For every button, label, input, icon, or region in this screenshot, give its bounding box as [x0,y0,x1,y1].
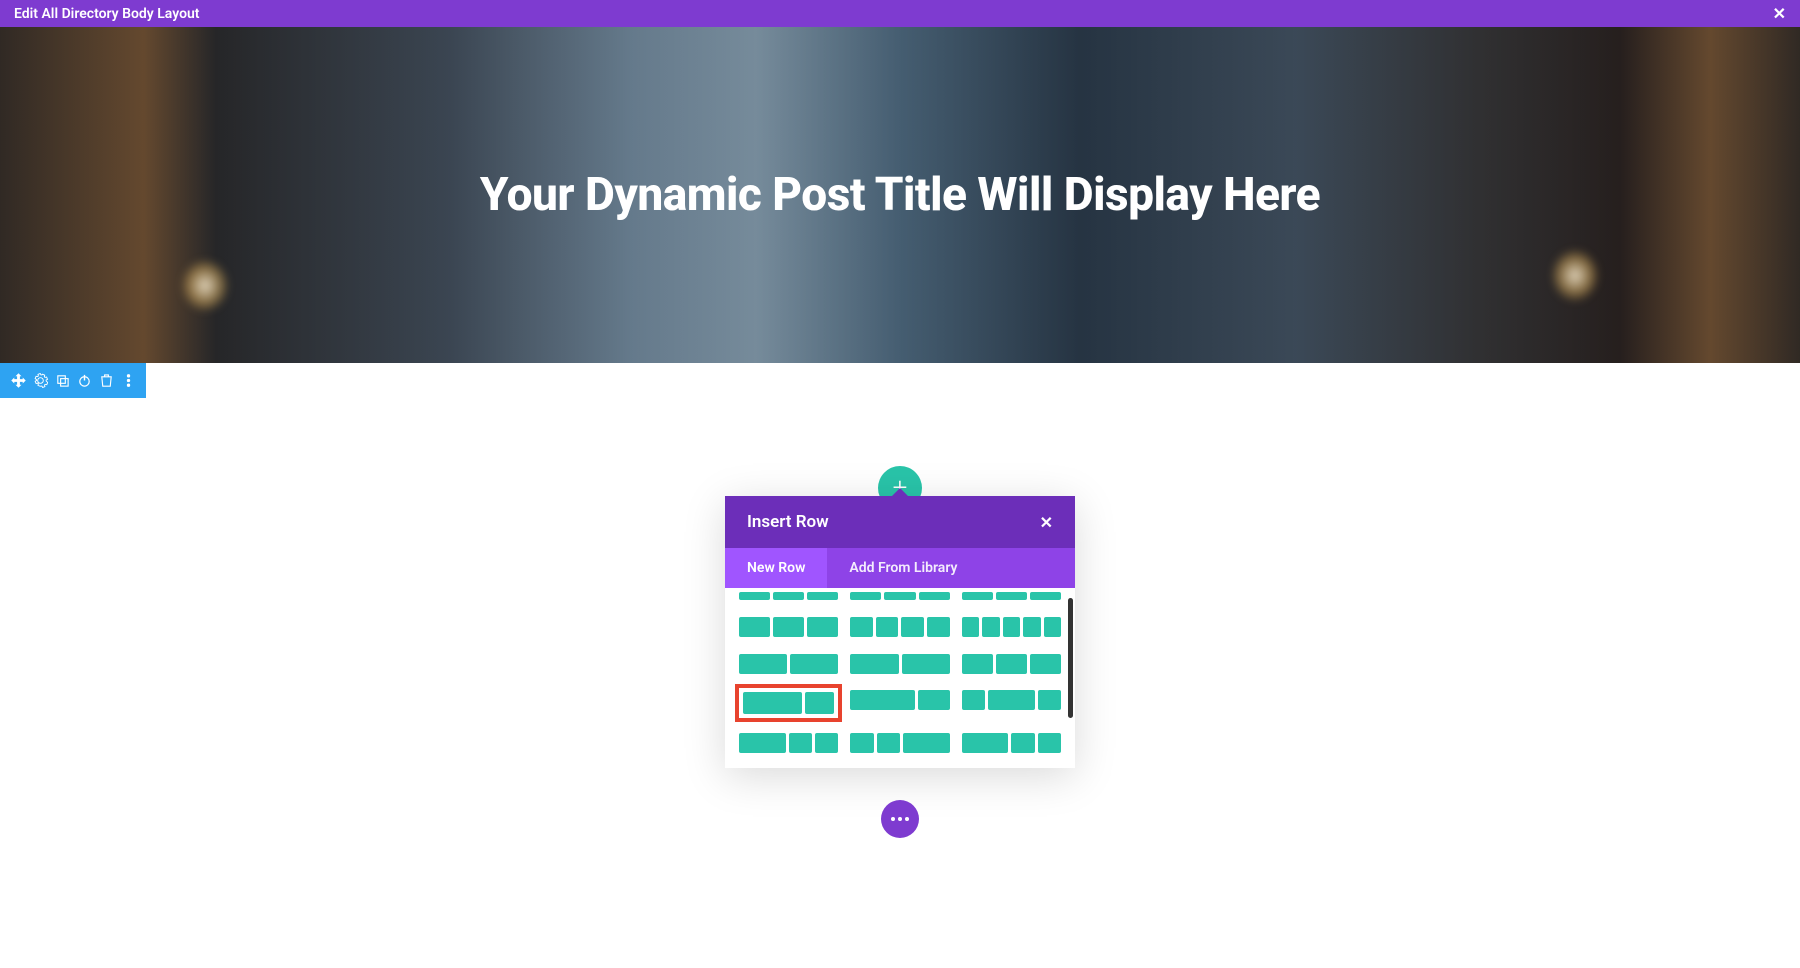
layout-column [790,654,838,674]
layout-column [739,592,770,600]
row-layout-option[interactable] [737,652,840,676]
layout-column [919,592,950,600]
layout-column [962,690,985,710]
layout-column [739,654,787,674]
tab-new-row[interactable]: New Row [725,548,827,588]
canvas-area: + Insert Row ✕ New RowAdd From Library [0,398,1800,858]
layout-column [1030,592,1061,600]
layout-column [1038,690,1061,710]
layout-column [988,690,1035,710]
modal-tabs: New RowAdd From Library [725,548,1075,588]
layout-column [884,592,915,600]
layout-column [850,617,873,637]
insert-row-modal: Insert Row ✕ New RowAdd From Library [725,496,1075,768]
layout-column [996,592,1027,600]
duplicate-icon[interactable] [54,373,70,389]
top-bar: Edit All Directory Body Layout ✕ [0,0,1800,27]
close-icon[interactable]: ✕ [1773,4,1786,23]
gear-icon[interactable] [32,373,48,389]
layout-column [773,592,804,600]
more-icon[interactable] [120,373,136,389]
layout-column [903,733,950,753]
layout-column [1023,617,1040,637]
layout-column [743,692,802,714]
move-icon[interactable] [10,373,26,389]
row-layout-option[interactable] [848,592,951,602]
trash-icon[interactable] [98,373,114,389]
layout-column [962,592,993,600]
modal-header: Insert Row ✕ [725,496,1075,548]
page-title: Edit All Directory Body Layout [14,6,200,22]
power-icon[interactable] [76,373,92,389]
layout-column [962,617,979,637]
close-icon[interactable]: ✕ [1040,513,1053,532]
layout-column [789,733,812,753]
row-layout-option[interactable] [737,731,840,755]
row-layout-option[interactable] [960,652,1063,676]
section-toolbar [0,363,146,398]
dot-icon [905,817,909,821]
row-layout-option[interactable] [960,615,1063,639]
layout-column [1044,617,1061,637]
layout-column [807,592,838,600]
row-layout-option[interactable] [848,688,951,712]
layout-column [815,733,838,753]
row-layout-option[interactable] [848,652,951,676]
layout-column [996,654,1027,674]
layout-column [902,654,950,674]
hero-section: Your Dynamic Post Title Will Display Her… [0,27,1800,363]
layout-column [927,617,950,637]
row-layout-option[interactable] [960,731,1063,755]
tab-add-from-library[interactable]: Add From Library [827,548,979,588]
layout-column [962,733,1009,753]
dot-icon [891,817,895,821]
row-layout-option[interactable] [737,592,840,602]
layout-column [1038,733,1061,753]
modal-title: Insert Row [747,512,829,532]
layout-column [1011,733,1034,753]
layout-column [918,690,950,710]
layout-column [805,692,834,714]
layout-column [773,617,804,637]
layout-column [877,733,900,753]
layout-column [962,654,993,674]
layout-column [850,690,914,710]
modal-body [725,588,1075,768]
row-layout-option[interactable] [960,688,1063,712]
layout-column [1030,654,1061,674]
layout-column [982,617,999,637]
row-layout-option[interactable] [737,615,840,639]
layout-column [739,617,770,637]
dot-icon [898,817,902,821]
layout-column [901,617,924,637]
layout-column [850,592,881,600]
row-layout-option[interactable] [735,684,842,722]
more-actions-button[interactable] [881,800,919,838]
hero-title: Your Dynamic Post Title Will Display Her… [480,168,1320,222]
row-layout-option[interactable] [848,615,951,639]
layout-column [739,733,786,753]
layout-column [850,733,873,753]
row-layout-option[interactable] [848,731,951,755]
layout-column [850,654,898,674]
layout-column [807,617,838,637]
layout-column [876,617,899,637]
row-layout-option[interactable] [960,592,1063,602]
layout-column [1003,617,1020,637]
